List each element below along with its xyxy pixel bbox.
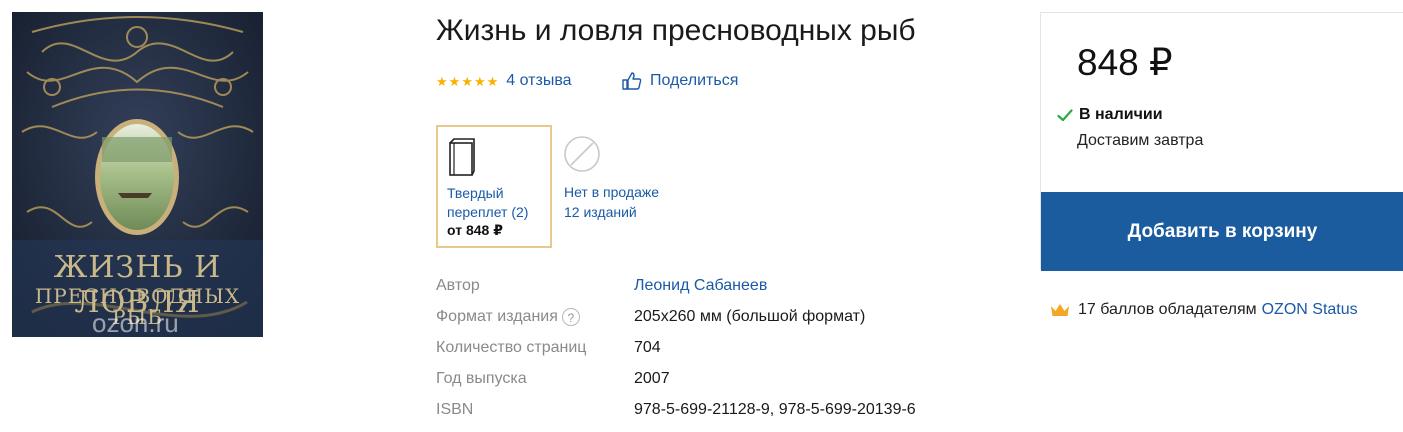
edition-hardcover[interactable]: Твердый переплет (2) от 848 ₽ xyxy=(436,125,552,248)
spec-label: Формат издания xyxy=(436,308,558,325)
availability-status: В наличии xyxy=(1079,106,1163,123)
star-icon: ★ xyxy=(448,73,461,89)
status-bonus-text: 17 баллов обладателям xyxy=(1078,301,1257,318)
rating-row: ★ ★ ★ ★ ★ 4 отзыва xyxy=(436,71,572,91)
help-icon[interactable]: ? xyxy=(561,308,580,326)
book-icon xyxy=(449,138,475,176)
delivery-info: Доставим завтра xyxy=(1077,132,1204,149)
author-link[interactable]: Леонид Сабанеев xyxy=(634,277,767,295)
thumbs-up-icon xyxy=(622,72,642,90)
spec-label-format: Формат издания ? xyxy=(436,308,580,326)
price: 848 ₽ xyxy=(1077,42,1173,83)
star-icon: ★ xyxy=(486,73,499,89)
cover-watermark: ozon.ru xyxy=(92,308,179,337)
edition-other-status: Нет в продаже xyxy=(564,184,660,200)
spec-label: Автор xyxy=(436,277,480,294)
crown-icon xyxy=(1051,304,1069,316)
ozon-status-link[interactable]: OZON Status xyxy=(1262,301,1358,319)
product-cover-image[interactable]: ЖИЗНЬ И ЛОВЛЯ ПРЕСНОВОДНЫХ РЫБ ozon.ru xyxy=(12,12,263,337)
status-bonus-row: 17 баллов обладателям OZON Status xyxy=(1050,301,1358,319)
star-icon: ★ xyxy=(461,73,473,89)
star-icon: ★ xyxy=(473,73,486,89)
edition-other-count: 12 изданий xyxy=(564,204,637,220)
edition-label: Твердый переплет (2) xyxy=(447,185,529,220)
spec-label: ISBN xyxy=(436,401,474,418)
spec-value: 978-5-699-21128-9, 978-5-699-20139-6 xyxy=(634,401,916,418)
share-label: Поделиться xyxy=(650,72,739,89)
add-to-cart-button[interactable]: Добавить в корзину xyxy=(1041,192,1403,271)
edition-price: от 848 ₽ xyxy=(447,222,503,238)
availability-row: В наличии xyxy=(1057,106,1163,124)
edition-other-label: Нет в продаже 12 изданий xyxy=(564,182,659,222)
spec-label: Год выпуска xyxy=(436,370,527,387)
spec-label: Количество страниц xyxy=(436,339,587,356)
not-available-icon xyxy=(564,136,600,172)
spec-value: 205x260 мм (большой формат) xyxy=(634,308,866,325)
buy-box: 848 ₽ В наличии Доставим завтра Добавить… xyxy=(1040,12,1403,271)
edition-not-available[interactable]: Нет в продаже 12 изданий xyxy=(563,125,683,248)
star-icon: ★ xyxy=(436,73,448,89)
rating-stars: ★ ★ ★ ★ ★ xyxy=(436,75,498,88)
spec-value: 2007 xyxy=(634,370,670,387)
product-title: Жизнь и ловля пресноводных рыб xyxy=(436,14,916,47)
reviews-link[interactable]: 4 отзыва xyxy=(506,72,571,90)
share-button[interactable]: Поделиться xyxy=(622,71,738,91)
check-icon xyxy=(1057,108,1073,121)
spec-value: 704 xyxy=(634,339,661,356)
